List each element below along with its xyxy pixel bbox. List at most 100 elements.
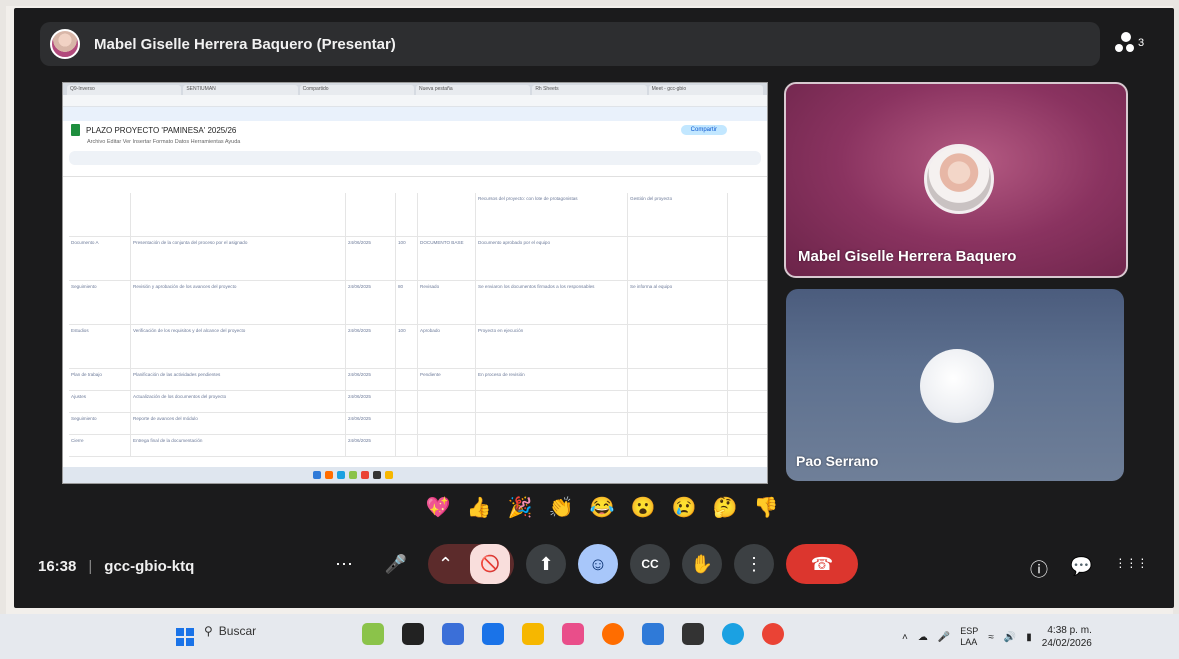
info-icon[interactable]: ⓘ [1030, 556, 1048, 582]
taskbar-clock[interactable]: 4:38 p. m. 24/02/2026 [1042, 624, 1092, 650]
table-row: Seguimiento Reporte de avances del módulo… [69, 413, 767, 435]
table-cell [396, 413, 418, 434]
browser-tab: Rh Sheets [532, 85, 647, 95]
taskbar-app-icon[interactable] [642, 623, 664, 645]
sheet-header: PLAZO PROYECTO 'PAMINESA' 2025/26 Compar… [63, 121, 767, 139]
taskbar-search[interactable]: ⚲ Buscar [204, 624, 256, 638]
table-cell [628, 237, 728, 280]
present-screen-button[interactable]: ⬆ [526, 544, 566, 584]
taskbar-app-icon[interactable] [362, 623, 384, 645]
end-call-button[interactable]: ☎ [786, 544, 858, 584]
raise-hand-button[interactable]: ✋ [682, 544, 722, 584]
taskbar-app-icon[interactable] [602, 623, 624, 645]
taskbar-app-icon[interactable] [482, 623, 504, 645]
activities-icon[interactable]: ⋮⋮⋮ [1114, 556, 1148, 582]
table-cell: Cierre [69, 435, 131, 456]
formula-bar [63, 167, 767, 177]
heart-reaction-icon[interactable]: 💖 [424, 494, 452, 522]
table-row: Recursos del proyecto: con lote de prota… [69, 193, 767, 237]
table-cell: Gestión del proyecto [628, 193, 728, 236]
divider: | [88, 558, 93, 575]
cloud-icon[interactable]: ☁ [918, 632, 928, 643]
presenter-bar[interactable]: Mabel Giselle Herrera Baquero (Presentar… [40, 22, 1100, 66]
table-cell [396, 193, 418, 236]
taskbar-app-icon[interactable] [562, 623, 584, 645]
sheet-menus: Archivo Editar Ver Insertar Formato Dato… [87, 139, 241, 145]
table-cell: 24/06/2025 [346, 413, 396, 434]
taskbar-app-icon[interactable] [402, 623, 424, 645]
chat-icon[interactable]: 💬 [1070, 556, 1092, 582]
taskbar-app-icon[interactable] [682, 623, 704, 645]
presenter-name: Mabel Giselle Herrera Baquero (Presentar… [94, 35, 396, 53]
table-cell [396, 435, 418, 456]
thinking-reaction-icon[interactable]: 🤔 [711, 494, 739, 522]
thumbs-up-reaction-icon[interactable]: 👍 [465, 494, 493, 522]
participant-tile-pao[interactable]: Pao Serrano [786, 289, 1124, 481]
table-cell: 24/06/2025 [346, 325, 396, 368]
laugh-reaction-icon[interactable]: 😂 [588, 494, 616, 522]
table-cell: Presentación de la conjunta del proceso … [131, 237, 346, 280]
table-cell: Documento aprobado por el equipo [476, 237, 628, 280]
search-label: Buscar [218, 624, 257, 638]
keyboard-layout: LAA [960, 637, 978, 647]
browser-tabs: Q9-Inverso SENTIUMAN Compartido Nueva pe… [63, 83, 767, 95]
browser-tab: SENTIUMAN [183, 85, 298, 95]
table-cell [628, 369, 728, 390]
windows-taskbar: ⚲ Buscar ˄ ☁ 🎤 ESP LAA ≈ 🔊 ▮ 4:38 p. m. … [0, 614, 1179, 659]
participants-button[interactable]: 3 [1112, 30, 1144, 56]
volume-icon[interactable]: 🔊 [1004, 632, 1016, 643]
table-row: Estudios Verificación de los requisitos y… [69, 325, 767, 369]
sad-reaction-icon[interactable]: 😢 [670, 494, 698, 522]
participants-count: 3 [1138, 37, 1145, 49]
side-controls: ⓘ 💬 ⋮⋮⋮ [1030, 556, 1148, 582]
taskbar-app-icon[interactable] [442, 623, 464, 645]
taskbar-app-icon[interactable] [522, 623, 544, 645]
table-cell [628, 435, 728, 456]
presenter-avatar [50, 29, 80, 59]
table-cell [628, 391, 728, 412]
reactions-button[interactable]: ☺ [578, 544, 618, 584]
table-cell: Verificación de los requisitos y del alc… [131, 325, 346, 368]
surprised-reaction-icon[interactable]: 😮 [629, 494, 657, 522]
taskbar-apps [362, 623, 784, 645]
table-cell: Reporte de avances del módulo [131, 413, 346, 434]
microphone-button[interactable]: 🎤 [376, 544, 416, 584]
table-cell: Revisión y aprobación de los avances del… [131, 281, 346, 324]
participant-tile-mabel[interactable]: Mabel Giselle Herrera Baquero [784, 82, 1128, 278]
table-cell [396, 369, 418, 390]
battery-icon[interactable]: ▮ [1026, 632, 1032, 643]
clap-reaction-icon[interactable]: 👏 [547, 494, 575, 522]
table-cell: Revisado [418, 281, 476, 324]
sheet-grid: Recursos del proyecto: con lote de prota… [69, 193, 767, 457]
windows-start-icon[interactable] [176, 628, 194, 646]
language-indicator[interactable]: ESP LAA [960, 626, 978, 648]
camera-off-button[interactable]: 🚫 [470, 544, 510, 584]
table-cell: Seguimiento [69, 413, 131, 434]
meeting-time: 16:38 [38, 558, 77, 575]
meeting-code: gcc-gbio-ktq [104, 558, 195, 575]
wifi-icon[interactable]: ≈ [988, 632, 994, 643]
language-code: ESP [960, 626, 979, 637]
sheet-share-button: Compartir [680, 125, 727, 135]
table-cell: Aprobado [418, 325, 476, 368]
captions-button[interactable]: CC [630, 544, 670, 584]
more-actions-button[interactable]: ⋮ [734, 544, 774, 584]
table-cell [69, 193, 131, 236]
taskbar-app-icon[interactable] [762, 623, 784, 645]
thumbs-down-reaction-icon[interactable]: 👎 [752, 494, 780, 522]
chevron-up-icon[interactable]: ˄ [902, 632, 908, 643]
sheet-toolbar [69, 151, 761, 165]
camera-options-chevron-icon[interactable]: ⌃ [438, 554, 453, 575]
table-row: Ajustes Actualización de los documentos d… [69, 391, 767, 413]
taskbar-app-icon[interactable] [722, 623, 744, 645]
system-tray: ˄ ☁ 🎤 ESP LAA ≈ 🔊 ▮ 4:38 p. m. 24/02/202… [902, 624, 1092, 650]
more-options-icon[interactable]: ⋯ [324, 544, 364, 584]
people-icon [1112, 30, 1138, 56]
meeting-info: 16:38 | gcc-gbio-ktq [38, 558, 194, 575]
party-reaction-icon[interactable]: 🎉 [506, 494, 534, 522]
browser-tab: Nueva pestaña [415, 85, 531, 95]
table-cell: Se enviaron los documentos firmados a lo… [476, 281, 628, 324]
mic-tray-icon[interactable]: 🎤 [938, 632, 950, 643]
browser-tab: Q9-Inverso [67, 85, 182, 95]
table-cell: Seguimiento [69, 281, 131, 324]
